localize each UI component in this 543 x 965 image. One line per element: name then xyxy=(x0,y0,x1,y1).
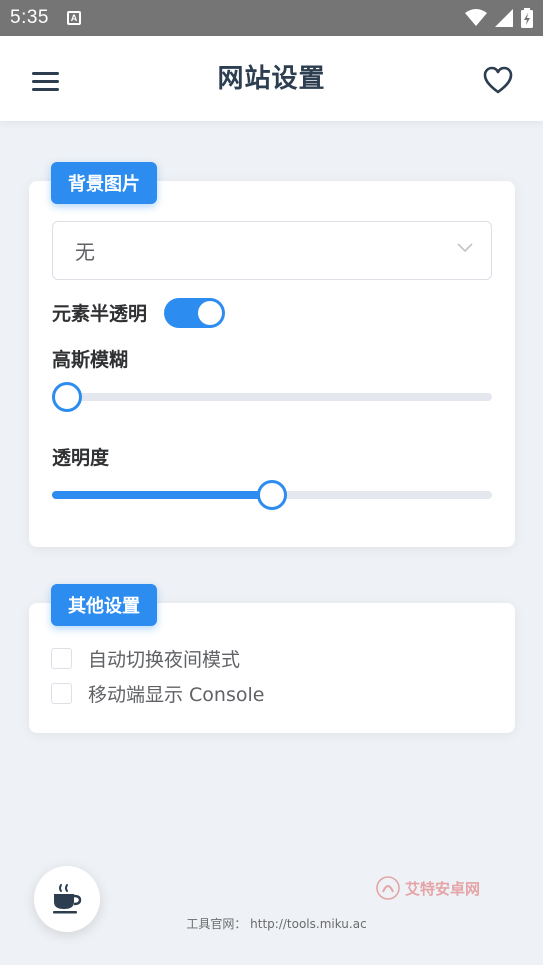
blur-label: 高斯模糊 xyxy=(52,349,129,371)
background-image-select[interactable]: 无 xyxy=(52,221,492,280)
watermark-logo-icon xyxy=(376,876,400,900)
status-bar: 5:35 A xyxy=(0,0,543,36)
auto-night-mode-option[interactable]: 自动切换夜间模式 xyxy=(51,645,240,672)
checkbox[interactable] xyxy=(51,648,72,669)
card-tag: 其他设置 xyxy=(51,584,157,626)
page-title: 网站设置 xyxy=(217,64,326,94)
coffee-icon xyxy=(53,884,82,914)
slider-track xyxy=(52,393,492,401)
blur-slider[interactable] xyxy=(52,382,492,412)
checkbox-label: 自动切换夜间模式 xyxy=(88,649,241,671)
top-app-bar: 网站设置 xyxy=(0,36,543,121)
slider-thumb[interactable] xyxy=(257,480,287,510)
wifi-icon xyxy=(465,9,487,26)
select-value: 无 xyxy=(75,240,95,264)
semi-transparent-label: 元素半透明 xyxy=(52,303,148,325)
battery-icon xyxy=(521,8,533,28)
footer-link-text[interactable]: 工具官网： http://tools.miku.ac xyxy=(0,915,543,932)
semi-transparent-toggle[interactable] xyxy=(164,298,225,328)
signal-icon xyxy=(495,9,513,27)
opacity-slider[interactable] xyxy=(52,480,492,510)
status-icons xyxy=(465,8,533,28)
status-time: 5:35 xyxy=(10,7,49,28)
toggle-knob xyxy=(198,301,222,325)
heart-icon[interactable] xyxy=(483,66,513,94)
checkbox-label: 移动端显示 Console xyxy=(88,684,265,706)
card-tag: 背景图片 xyxy=(51,162,157,204)
checkbox[interactable] xyxy=(51,683,72,704)
slider-fill xyxy=(52,491,272,499)
notification-icon: A xyxy=(66,11,81,25)
slider-thumb[interactable] xyxy=(52,382,82,412)
watermark: 艾特安卓网 xyxy=(375,875,480,901)
mobile-console-option[interactable]: 移动端显示 Console xyxy=(51,680,264,707)
chevron-down-icon xyxy=(457,243,473,253)
opacity-label: 透明度 xyxy=(52,447,110,469)
background-settings-card: 背景图片 无 元素半透明 高斯模糊 透明度 xyxy=(29,162,515,547)
watermark-text: 艾特安卓网 xyxy=(405,879,481,898)
other-settings-card: 其他设置 自动切换夜间模式 移动端显示 Console xyxy=(29,584,515,733)
